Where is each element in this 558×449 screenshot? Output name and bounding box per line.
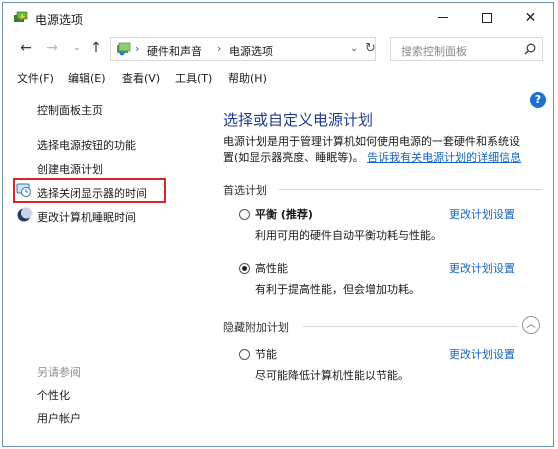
hidden-divider: [303, 326, 517, 327]
power-plan-info-link[interactable]: 告诉我有关电源计划的详细信息: [367, 151, 521, 164]
address-bar[interactable]: › 硬件和声音 › 电源选项 ⌄ ↻: [110, 37, 376, 61]
plan-high-performance-name[interactable]: 高性能: [255, 260, 288, 276]
navigation-bar: ← → ⌄ ↑ › 硬件和声音 › 电源选项 ⌄ ↻ 搜索控制面板: [3, 33, 553, 65]
maximize-icon: [481, 12, 492, 23]
plan-power-saver-desc: 尽可能降低计算机性能以节能。: [255, 369, 409, 382]
minimize-button[interactable]: [420, 3, 465, 32]
help-icon[interactable]: ?: [530, 92, 546, 108]
menu-bar: 文件(F) 编辑(E) 查看(V) 工具(T) 帮助(H): [3, 66, 553, 88]
address-dropdown-icon[interactable]: ⌄: [350, 43, 358, 54]
hidden-plans-header: 隐藏附加计划: [223, 321, 289, 334]
preferred-plans-header: 首选计划: [223, 184, 267, 197]
page-description: 电源计划是用于管理计算机如何使用电源的一套硬件和系统设 置(如显示器亮度、睡眠等…: [223, 134, 543, 166]
plan-high-performance-desc: 有利于提高性能，但会增加功耗。: [255, 283, 420, 296]
plan-balanced-change-settings[interactable]: 更改计划设置: [449, 206, 515, 222]
plan-balanced-name[interactable]: 平衡 (推荐): [255, 206, 313, 222]
radio-balanced[interactable]: [239, 209, 250, 220]
sleep-moon-icon: [17, 207, 32, 222]
plan-power-saver-change-settings[interactable]: 更改计划设置: [449, 346, 515, 362]
sidebar-control-panel-home[interactable]: 控制面板主页: [37, 102, 103, 118]
breadcrumb-power-options[interactable]: 电源选项: [229, 43, 273, 59]
plan-high-performance-change-settings[interactable]: 更改计划设置: [449, 260, 515, 276]
search-input[interactable]: 搜索控制面板: [401, 43, 467, 59]
plan-balanced-desc: 利用可用的硬件自动平衡功耗与性能。: [255, 229, 442, 242]
description-line-2: 置(如显示器亮度、睡眠等)。 告诉我有关电源计划的详细信息: [223, 150, 543, 166]
display-timer-icon: [16, 183, 31, 197]
minimize-icon: [437, 17, 448, 18]
see-also-personalization[interactable]: 个性化: [37, 387, 70, 403]
power-options-icon: [14, 11, 28, 22]
description-text: 置(如显示器亮度、睡眠等)。: [223, 151, 364, 164]
radio-high-performance[interactable]: [239, 263, 250, 274]
radio-power-saver[interactable]: [239, 349, 250, 360]
forward-button[interactable]: →: [43, 40, 61, 56]
see-also-header: 另请参阅: [37, 366, 81, 379]
plan-power-saver-name[interactable]: 节能: [255, 346, 277, 362]
sidebar-create-power-plan[interactable]: 创建电源计划: [37, 161, 103, 177]
page-title: 选择或自定义电源计划: [223, 111, 374, 129]
breadcrumb-hardware-sound[interactable]: 硬件和声音: [147, 43, 202, 59]
search-box[interactable]: 搜索控制面板: [390, 37, 543, 61]
window-title: 电源选项: [35, 13, 84, 27]
back-button[interactable]: ←: [17, 40, 35, 56]
menu-help[interactable]: 帮助(H): [228, 70, 267, 86]
close-icon: ✕: [524, 9, 537, 26]
description-line-1: 电源计划是用于管理计算机如何使用电源的一套硬件和系统设: [223, 135, 520, 148]
close-button[interactable]: ✕: [508, 3, 553, 32]
recent-locations-icon[interactable]: ⌄: [68, 43, 86, 52]
refresh-icon[interactable]: ↻: [365, 41, 376, 56]
maximize-button[interactable]: [464, 3, 509, 32]
menu-tools[interactable]: 工具(T): [175, 70, 212, 86]
sidebar-change-sleep-time[interactable]: 更改计算机睡眠时间: [37, 209, 136, 225]
breadcrumb-separator: ›: [135, 42, 140, 55]
preferred-divider: [279, 189, 543, 190]
menu-view[interactable]: 查看(V): [122, 70, 160, 86]
sidebar-power-button-function[interactable]: 选择电源按钮的功能: [37, 137, 136, 153]
up-button[interactable]: ↑: [87, 40, 105, 56]
collapse-chevron-up-icon[interactable]: ︿: [522, 316, 540, 334]
search-icon[interactable]: [524, 43, 536, 55]
sidebar-turn-off-display-time[interactable]: 选择关闭显示器的时间: [37, 185, 147, 201]
power-options-window: 电源选项 ✕ ← → ⌄ ↑ › 硬件和声音 › 电源选项 ⌄ ↻ 搜索控制面板: [2, 2, 554, 447]
title-bar[interactable]: 电源选项 ✕: [3, 3, 553, 32]
breadcrumb-separator: ›: [217, 42, 222, 55]
menu-edit[interactable]: 编辑(E): [68, 70, 106, 86]
see-also-user-accounts[interactable]: 用户帐户: [37, 410, 81, 426]
menu-file[interactable]: 文件(F): [17, 70, 54, 86]
control-panel-icon: [117, 42, 131, 56]
